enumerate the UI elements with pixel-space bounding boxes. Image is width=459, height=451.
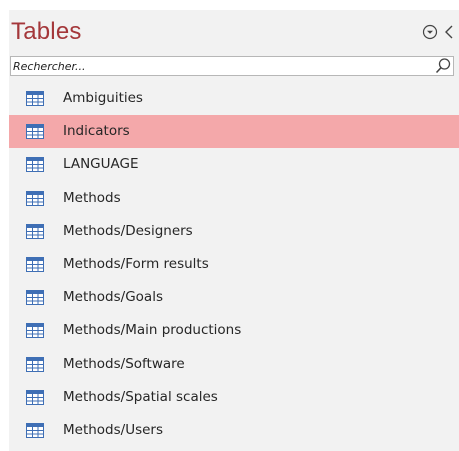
table-icon <box>26 256 44 272</box>
table-icon <box>26 157 44 173</box>
table-item-label: Methods/Main productions <box>63 322 242 339</box>
pane-title: Tables <box>11 18 82 45</box>
search-icon[interactable] <box>434 57 452 75</box>
table-item-label: Methods/Form results <box>63 255 209 272</box>
table-item[interactable]: Methods/Form results <box>9 248 459 281</box>
table-item-label: LANGUAGE <box>63 156 139 173</box>
table-icon <box>26 223 44 239</box>
table-list: Ambiguities Indicators LANGUAGE Methods … <box>9 82 459 447</box>
table-item-label: Indicators <box>63 123 130 140</box>
table-item[interactable]: Methods/Spatial scales <box>9 381 459 414</box>
table-icon <box>26 323 44 339</box>
table-icon <box>26 422 44 438</box>
table-item-label: Methods/Users <box>63 421 164 438</box>
table-icon <box>26 190 44 206</box>
table-icon <box>26 389 44 405</box>
table-item[interactable]: Methods/Goals <box>9 281 459 314</box>
table-item-label: Methods/Spatial scales <box>63 388 218 405</box>
table-item-label: Ambiguities <box>63 90 143 106</box>
table-item[interactable]: Methods/Designers <box>9 215 459 248</box>
search-input[interactable] <box>11 57 429 75</box>
table-item-label: Methods/Software <box>63 355 185 372</box>
table-item[interactable]: Methods <box>9 182 459 215</box>
pane-header: Tables <box>9 10 459 54</box>
table-item-label: Methods <box>63 189 121 206</box>
circle-chevron-down-icon[interactable] <box>422 24 438 40</box>
table-item-label: Methods/Goals <box>63 289 163 306</box>
navigation-pane: Tables Ambiguities <box>9 10 459 451</box>
table-item[interactable]: Ambiguities <box>9 82 459 115</box>
table-item[interactable]: Methods/Users <box>9 414 459 447</box>
table-icon <box>26 124 44 140</box>
table-item[interactable]: LANGUAGE <box>9 148 459 181</box>
table-icon <box>26 91 44 106</box>
table-icon <box>26 356 44 372</box>
chevron-left-icon[interactable] <box>441 22 457 42</box>
table-icon <box>26 290 44 306</box>
table-item-label: Methods/Designers <box>63 222 193 239</box>
table-item[interactable]: Methods/Main productions <box>9 314 459 347</box>
search-box <box>10 56 454 76</box>
table-item[interactable]: Indicators <box>9 115 459 149</box>
table-item[interactable]: Methods/Software <box>9 348 459 381</box>
